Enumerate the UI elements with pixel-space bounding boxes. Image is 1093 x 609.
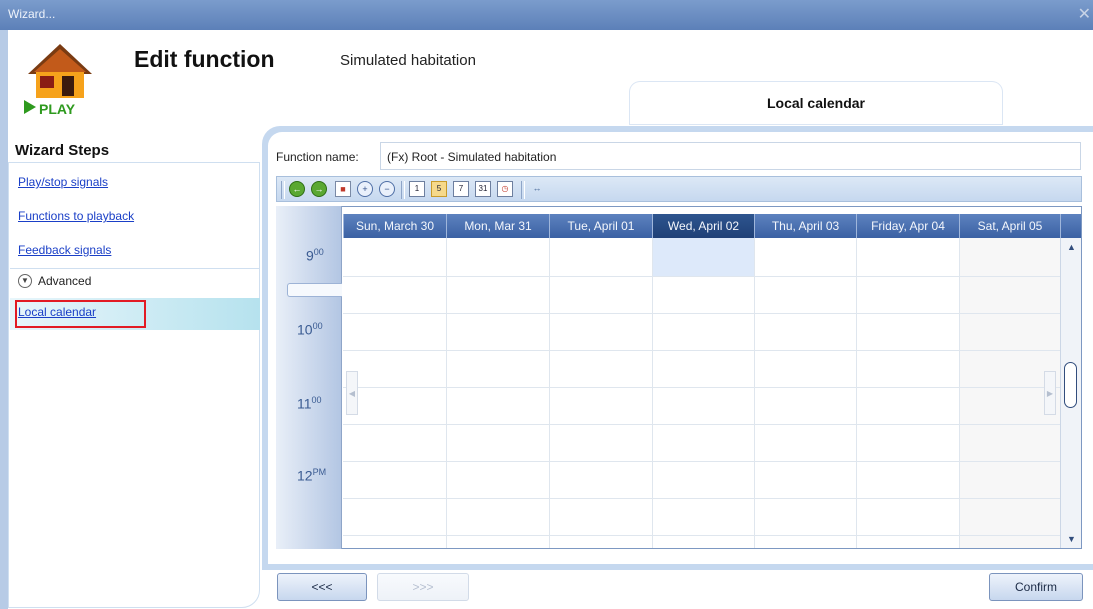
timeline-view-icon[interactable]: ◷ — [497, 181, 513, 197]
forward-arrow-icon[interactable]: → — [311, 181, 327, 197]
tab-local-calendar[interactable]: Local calendar — [630, 82, 1002, 124]
step-feedback-signals[interactable]: Feedback signals — [18, 243, 111, 257]
zoom-out-icon[interactable]: − — [379, 181, 395, 197]
grid-line — [343, 535, 1060, 536]
advanced-label: Advanced — [38, 274, 92, 288]
zoom-in-icon[interactable]: + — [357, 181, 373, 197]
grid-line — [446, 238, 447, 548]
grid-line — [343, 461, 1060, 462]
confirm-button[interactable]: Confirm — [989, 573, 1083, 601]
day-header[interactable]: Sat, April 05 — [959, 214, 1060, 238]
house-play-icon: PLAY — [24, 44, 92, 116]
wizard-steps-title: Wizard Steps — [15, 142, 110, 159]
day-header[interactable]: Tue, April 01 — [549, 214, 652, 238]
day-header[interactable]: Thu, April 03 — [754, 214, 856, 238]
scroll-thumb[interactable] — [1064, 362, 1077, 408]
day-header-selected[interactable]: Wed, April 02 — [652, 214, 754, 238]
hour-label: 12PM — [297, 467, 327, 484]
selected-day-slot[interactable] — [652, 238, 754, 276]
grid-line — [652, 238, 653, 548]
hour-label: 900 — [306, 247, 324, 264]
chevron-down-icon: ▼ — [18, 274, 32, 288]
grid-line — [754, 238, 755, 548]
toolbar-separator — [521, 181, 525, 199]
scroll-up-icon[interactable]: ▲ — [1067, 242, 1076, 252]
advanced-toggle[interactable]: ▼ Advanced — [18, 274, 91, 288]
page-subtitle: Simulated habitation — [340, 52, 476, 69]
toolbar-separator — [401, 181, 405, 199]
logo-text: PLAY — [39, 101, 76, 116]
grid-line — [343, 498, 1060, 499]
grid-line — [343, 276, 1060, 277]
grid-line — [959, 238, 960, 548]
back-arrow-icon[interactable]: ← — [289, 181, 305, 197]
day-view-icon[interactable]: 1 — [409, 181, 425, 197]
work-week-view-icon[interactable]: 5 — [431, 181, 447, 197]
wizard-steps-panel — [8, 162, 260, 608]
close-icon[interactable]: ✕ — [1078, 4, 1091, 24]
function-name-label: Function name: — [276, 150, 359, 164]
scroll-left-icon[interactable]: ◀ — [346, 371, 358, 415]
step-local-calendar[interactable]: Local calendar — [18, 305, 96, 319]
month-view-icon[interactable]: 31 — [475, 181, 491, 197]
today-icon[interactable]: ■ — [335, 181, 351, 197]
back-button[interactable]: <<< — [277, 573, 367, 601]
scroll-down-icon[interactable]: ▼ — [1067, 534, 1076, 544]
day-header[interactable]: Friday, Apr 04 — [856, 214, 959, 238]
window-title: Wizard... — [8, 7, 56, 21]
next-button[interactable]: >>> — [377, 573, 469, 601]
scroll-right-icon[interactable]: ▶ — [1044, 371, 1056, 415]
page-title: Edit function — [134, 46, 275, 72]
day-header[interactable]: Sun, March 30 — [343, 214, 446, 238]
current-time-marker — [287, 283, 342, 297]
tab-label: Local calendar — [766, 95, 866, 111]
week-view-icon[interactable]: 7 — [453, 181, 469, 197]
function-name-input[interactable]: (Fx) Root - Simulated habitation — [380, 142, 1081, 170]
grid-line — [343, 350, 1060, 351]
grid-line — [549, 238, 550, 548]
calendar-toolbar: ← → ■ + − 1 5 7 31 ◷ ↔ — [276, 176, 1082, 202]
step-play-stop-signals[interactable]: Play/stop signals — [18, 175, 108, 189]
vertical-scrollbar[interactable]: ▲ ▼ — [1060, 238, 1081, 548]
divider — [10, 268, 260, 269]
grid-line — [343, 424, 1060, 425]
grid-line — [856, 238, 857, 548]
day-header[interactable]: Mon, Mar 31 — [446, 214, 549, 238]
toolbar-separator — [281, 181, 285, 199]
grid-line — [343, 313, 1060, 314]
header-corner — [1060, 214, 1081, 238]
step-functions-to-playback[interactable]: Functions to playback — [18, 209, 134, 223]
grid-line — [343, 387, 1060, 388]
hour-label: 1100 — [297, 395, 322, 412]
fit-icon[interactable]: ↔ — [529, 181, 545, 197]
hour-label: 1000 — [297, 321, 323, 338]
window-titlebar: Wizard... ✕ — [0, 0, 1093, 30]
